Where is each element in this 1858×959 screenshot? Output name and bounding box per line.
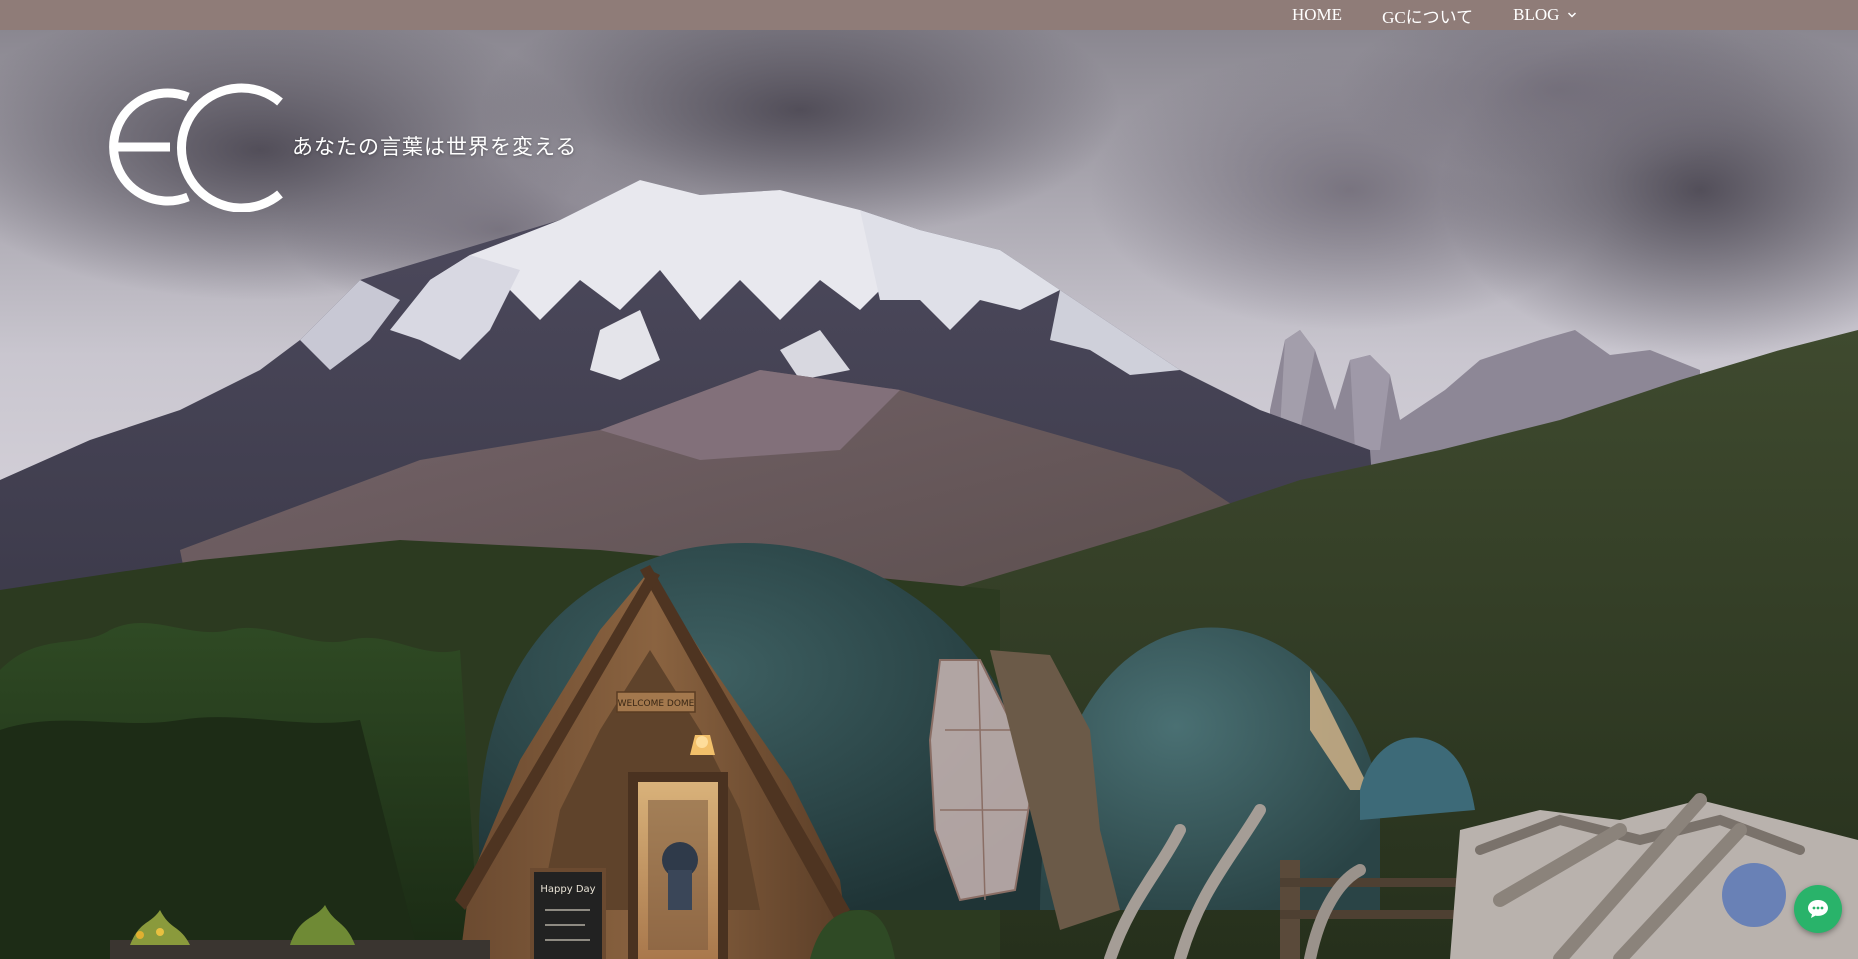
chat-button[interactable] <box>1794 885 1842 933</box>
top-navigation-bar: HOME GCについて BLOG <box>0 0 1858 30</box>
chat-bubble-icon <box>1808 900 1828 918</box>
nav-item-about[interactable]: GCについて <box>1382 3 1473 28</box>
nav-item-home[interactable]: HOME <box>1292 5 1342 25</box>
chevron-down-icon <box>1568 12 1577 18</box>
nav-item-about-label: GCについて <box>1382 7 1474 27</box>
nav-item-blog[interactable]: BLOG <box>1513 5 1577 25</box>
main-nav: HOME GCについて BLOG <box>1292 0 1577 30</box>
gc-logo[interactable] <box>58 82 284 212</box>
nav-item-home-label: HOME <box>1292 5 1343 24</box>
chalkboard-text: Happy Day <box>540 884 595 895</box>
welcome-sign-text: WELCOME DOME <box>618 699 695 709</box>
background-circle <box>1722 863 1786 927</box>
nav-item-blog-label: BLOG <box>1513 5 1560 24</box>
site-tagline: あなたの言葉は世界を変える <box>292 136 578 159</box>
